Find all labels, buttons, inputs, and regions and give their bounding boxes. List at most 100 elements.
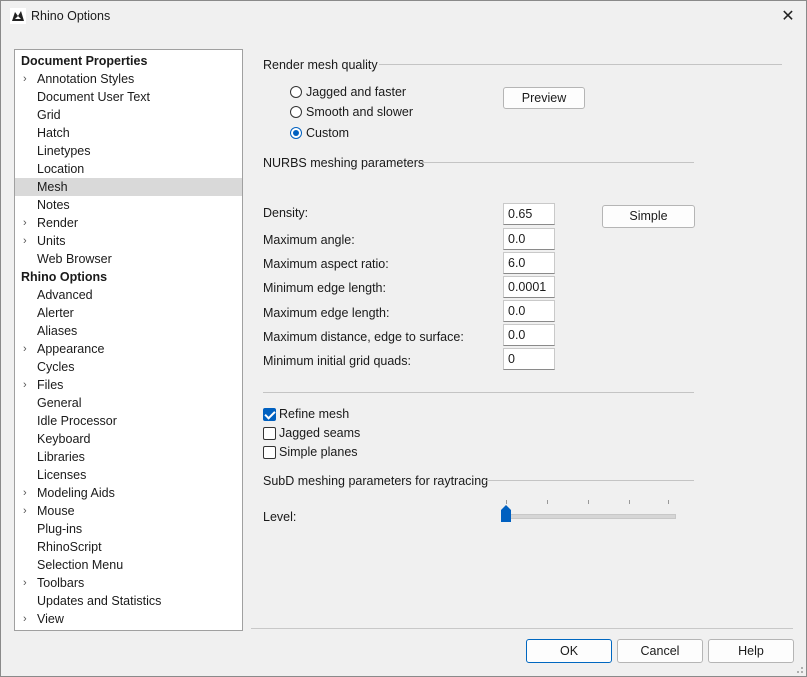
minimum-initial-grid-quads-field[interactable]: 0 [503, 348, 555, 370]
options-tree[interactable]: Document Properties › Annotation Styles Doc… [14, 49, 243, 631]
chevron-right-icon[interactable]: › [23, 610, 27, 628]
maximum-edge-length-field[interactable]: 0.0 [503, 300, 555, 322]
level-slider-track[interactable] [506, 514, 676, 519]
tree-item[interactable]: › Modeling Aids [15, 484, 242, 502]
tree-item[interactable]: RhinoScript [15, 538, 242, 556]
tree-item-label: Modeling Aids [37, 486, 115, 500]
density-field[interactable]: 0.65 [503, 203, 555, 225]
chevron-right-icon[interactable]: › [23, 484, 27, 502]
slider-tick [547, 500, 548, 504]
maximum-edge-length-label: Maximum edge length: [263, 306, 390, 320]
level-label: Level: [263, 510, 297, 524]
maximum-aspect-ratio-field[interactable]: 6.0 [503, 252, 555, 274]
tree-item[interactable]: Updates and Statistics [15, 592, 242, 610]
simple-planes-checkbox[interactable] [263, 446, 276, 459]
maximum-angle-field[interactable]: 0.0 [503, 228, 555, 250]
tree-item-label: Alerter [37, 306, 74, 320]
tree-category-header[interactable]: Rhino Options [15, 268, 242, 286]
refine-mesh-label[interactable]: Refine mesh [279, 407, 349, 421]
tree-item[interactable]: › View [15, 610, 242, 628]
tree-item-label: Render [37, 216, 78, 230]
preview-button[interactable]: Preview [503, 87, 585, 109]
radio-smooth-and-slower[interactable] [290, 106, 302, 118]
tree-item[interactable]: Licenses [15, 466, 242, 484]
radio-custom[interactable] [290, 127, 302, 139]
tree-item[interactable]: Libraries [15, 448, 242, 466]
tree-item[interactable]: Linetypes [15, 142, 242, 160]
chevron-right-icon[interactable]: › [23, 70, 27, 88]
tree-item-label: Mouse [37, 504, 75, 518]
simple-button[interactable]: Simple [602, 205, 695, 228]
jagged-seams-label[interactable]: Jagged seams [279, 426, 360, 440]
chevron-right-icon[interactable]: › [23, 340, 27, 358]
cancel-button[interactable]: Cancel [617, 639, 703, 663]
tree-item[interactable]: Idle Processor [15, 412, 242, 430]
tree-item-label: RhinoScript [37, 540, 102, 554]
tree-item[interactable]: Cycles [15, 358, 242, 376]
tree-item-label: Document User Text [37, 90, 151, 104]
tree-item[interactable]: Selection Menu [15, 556, 242, 574]
tree-item-label: Appearance [37, 342, 105, 356]
tree-item[interactable]: › Toolbars [15, 574, 242, 592]
tree-item[interactable]: Location [15, 160, 242, 178]
chevron-right-icon[interactable]: › [23, 214, 27, 232]
tree-item[interactable]: › Mouse [15, 502, 242, 520]
tree-item[interactable]: Plug-ins [15, 520, 242, 538]
tree-item-label: Selection Menu [37, 558, 124, 572]
radio-smooth-label[interactable]: Smooth and slower [306, 105, 413, 119]
tree-item[interactable]: Notes [15, 196, 242, 214]
chevron-right-icon[interactable]: › [23, 232, 27, 250]
level-slider-thumb[interactable] [500, 505, 512, 523]
tree-item-label: Toolbars [37, 576, 85, 590]
refine-mesh-checkbox[interactable] [263, 408, 276, 421]
tree-item[interactable]: Web Browser [15, 250, 242, 268]
section-divider [486, 480, 694, 481]
tree-item[interactable]: Document User Text [15, 88, 242, 106]
tree-item[interactable]: Grid [15, 106, 242, 124]
tree-item-label: Grid [37, 108, 61, 122]
maximum-distance-edge-to-surface-field[interactable]: 0.0 [503, 324, 555, 346]
render-mesh-quality-title: Render mesh quality [263, 58, 378, 72]
tree-item[interactable]: Keyboard [15, 430, 242, 448]
radio-custom-label[interactable]: Custom [306, 126, 349, 140]
tree-item-label: Document Properties [21, 54, 148, 68]
tree-item[interactable]: Mesh [15, 178, 242, 196]
tree-item-label: Licenses [37, 468, 87, 482]
rhino-options-dialog: Rhino Options ✕ Document Properties › Anno… [0, 0, 807, 677]
tree-item-label: Libraries [37, 450, 85, 464]
tree-item[interactable]: Advanced [15, 286, 242, 304]
ok-button[interactable]: OK [526, 639, 612, 663]
rhino-app-icon [10, 8, 26, 24]
simple-planes-label[interactable]: Simple planes [279, 445, 358, 459]
tree-item-label: Mesh [37, 180, 68, 194]
maximum-angle-label: Maximum angle: [263, 233, 355, 247]
resize-grip-icon[interactable] [794, 664, 804, 674]
chevron-right-icon[interactable]: › [23, 376, 27, 394]
tree-category-header[interactable]: Document Properties [15, 52, 242, 70]
tree-item[interactable]: Aliases [15, 322, 242, 340]
tree-item[interactable]: › Appearance [15, 340, 242, 358]
section-divider [379, 64, 782, 65]
minimum-edge-length-field[interactable]: 0.0001 [503, 276, 555, 298]
chevron-right-icon[interactable]: › [23, 502, 27, 520]
tree-item-label: Hatch [37, 126, 70, 140]
window-title: Rhino Options [31, 9, 111, 23]
tree-item[interactable]: General [15, 394, 242, 412]
tree-item[interactable]: Alerter [15, 304, 242, 322]
chevron-right-icon[interactable]: › [23, 574, 27, 592]
tree-item-label: Units [37, 234, 66, 248]
tree-item[interactable]: › Units [15, 232, 242, 250]
tree-item[interactable]: › Render [15, 214, 242, 232]
tree-item[interactable]: › Files [15, 376, 242, 394]
tree-item-label: Idle Processor [37, 414, 117, 428]
close-button[interactable]: ✕ [776, 5, 800, 29]
tree-item-label: Plug-ins [37, 522, 83, 536]
help-button[interactable]: Help [708, 639, 794, 663]
tree-item[interactable]: Hatch [15, 124, 242, 142]
tree-item-label: Location [37, 162, 85, 176]
radio-jagged-label[interactable]: Jagged and faster [306, 85, 406, 99]
nurbs-section-title: NURBS meshing parameters [263, 156, 425, 170]
jagged-seams-checkbox[interactable] [263, 427, 276, 440]
tree-item[interactable]: › Annotation Styles [15, 70, 242, 88]
radio-jagged-and-faster[interactable] [290, 86, 302, 98]
